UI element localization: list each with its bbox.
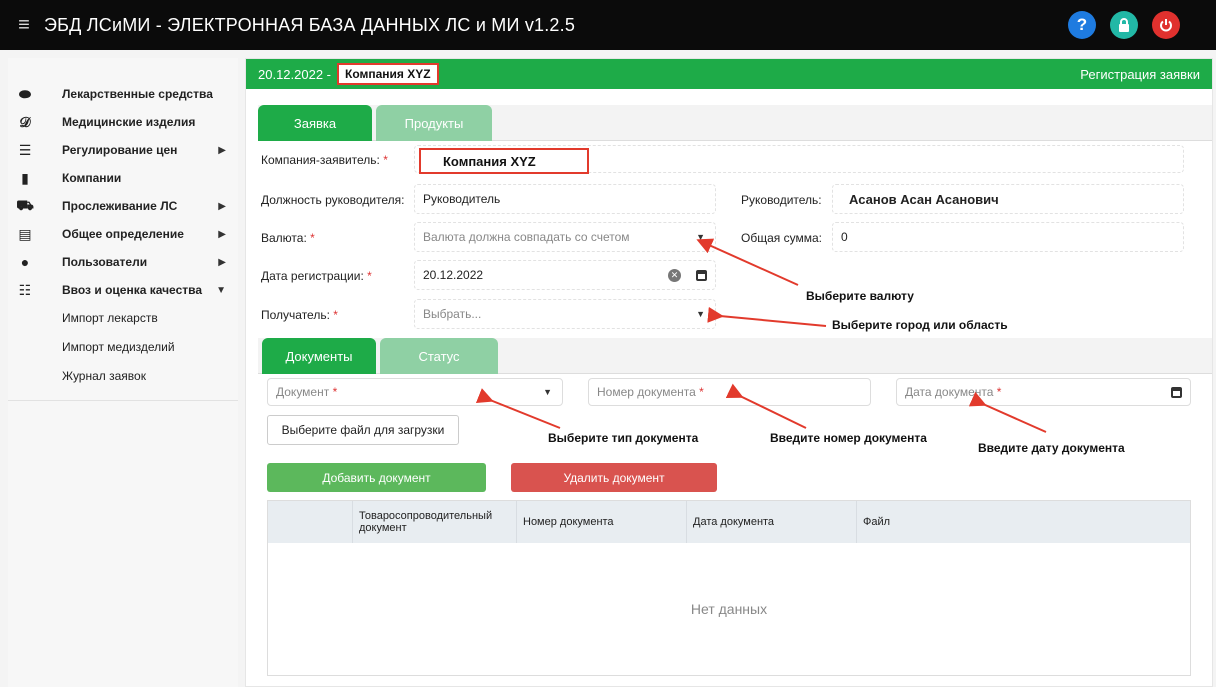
sidebar-item[interactable]: ☷ Ввоз и оценка качества ▼ [8,276,238,304]
clear-icon[interactable]: ✕ [668,268,681,282]
empty-state: Нет данных [690,601,768,617]
column-header: Товаросопроводительный документ [352,501,516,543]
currency-placeholder: Валюта должна совпадать со счетом [423,230,630,244]
help-icon[interactable]: ? [1068,11,1096,39]
sidebar-item-label: Регулирование цен [62,143,178,157]
tab-documents[interactable]: Документы [262,338,376,374]
tab-status[interactable]: Статус [380,338,498,374]
calendar-icon[interactable] [696,269,707,281]
sidebar-item[interactable]: ● Пользователи ▶ [8,248,238,276]
lock-icon[interactable] [1110,11,1138,39]
hamburger-icon[interactable]: ≡ [4,14,44,37]
sidebar-item[interactable]: 𝒟 Медицинские изделия [8,108,238,136]
column-header [268,501,352,543]
top-bar: ≡ ЭБД ЛСиМИ - ЭЛЕКТРОННАЯ БАЗА ДАННЫХ ЛС… [0,0,1216,50]
chevron-right-icon: ▶ [218,200,226,212]
chevron-down-icon: ▼ [216,284,226,296]
chevron-down-icon: ▼ [696,232,705,242]
sidebar-subitem[interactable]: Импорт лекарств [8,304,238,333]
application-tabs: Заявка Продукты [258,105,1212,141]
column-header: Номер документа [516,501,686,543]
documents-table: Товаросопроводительный документ Номер до… [267,500,1191,676]
sidebar-item-label: Лекарственные средства [62,87,213,101]
sidebar-item-label: Общее определение [62,227,184,241]
header-company: Компания XYZ [337,63,439,85]
table-header: Товаросопроводительный документ Номер до… [268,501,1190,543]
total-field[interactable]: 0 [832,222,1184,252]
list-check-icon: ☰ [18,141,32,158]
regdate-field[interactable]: 20.12.2022 ✕ [414,260,716,290]
column-header: Файл [856,501,1190,543]
chevron-down-icon: ▼ [543,387,552,397]
sidebar-item-label: Медицинские изделия [62,115,196,129]
annotation-recipient: Выберите город или область [832,318,1008,332]
sidebar-item-label: Пользователи [62,255,148,269]
indent-icon: ☷ [18,281,32,298]
company-label: Компания-заявитель: * [261,153,388,167]
company-value: Компания XYZ [419,148,589,174]
sidebar-item[interactable]: ▤ Общее определение ▶ [8,220,238,248]
sidebar-subitem[interactable]: Журнал заявок [8,362,238,391]
column-header: Дата документа [686,501,856,543]
recipient-label: Получатель: * [261,308,338,322]
regdate-label: Дата регистрации: * [261,269,372,283]
annotation-currency: Выберите валюту [806,289,914,303]
recipient-select[interactable]: Выбрать... ▼ [414,299,716,329]
sidebar-item-label: Ввоз и оценка качества [62,283,203,297]
chevron-right-icon: ▶ [218,256,226,268]
currency-select[interactable]: Валюта должна совпадать со счетом ▼ [414,222,716,252]
main-panel: 20.12.2022 - Компания XYZ Регистрация за… [245,58,1213,687]
tab-products[interactable]: Продукты [376,105,492,141]
annotation-doc-type: Выберите тип документа [548,431,699,445]
calendar-icon[interactable] [1171,386,1182,398]
sidebar-item[interactable]: ⬬ Лекарственные средства [8,80,238,108]
app-title: ЭБД ЛСиМИ - ЭЛЕКТРОННАЯ БАЗА ДАННЫХ ЛС и… [44,14,576,35]
sidebar-item[interactable]: ▮ Компании [8,164,238,192]
doc-type-select[interactable]: Документ * ▼ [267,378,563,406]
chevron-right-icon: ▶ [218,228,226,240]
power-icon[interactable] [1152,11,1180,39]
doc-number-placeholder: Номер документа [597,385,696,399]
position-label: Должность руководителя: [261,193,405,207]
add-document-button[interactable]: Добавить документ [267,463,486,492]
required-mark: * [996,385,1002,399]
sidebar-subitem[interactable]: Импорт медизделий [8,333,238,362]
currency-label: Валюта: * [261,231,315,245]
head-label: Руководитель: [741,193,822,207]
annotation-doc-date: Введите дату документа [978,441,1125,455]
doc-date-placeholder: Дата документа [905,385,994,399]
doc-type-placeholder: Документ [276,385,330,399]
list-box-icon: ▤ [18,225,32,242]
doc-date-field[interactable]: Дата документа * [896,378,1191,406]
chevron-down-icon: ▼ [696,309,705,319]
sidebar-item-label: Компании [62,171,122,185]
chevron-right-icon: ▶ [218,144,226,156]
header-date: 20.12.2022 - [258,66,332,82]
choose-file-button[interactable]: Выберите файл для загрузки [267,415,459,445]
sidebar-item[interactable]: ⛟ Прослеживание ЛС ▶ [8,192,238,220]
document-tabs: Документы Статус [258,338,1212,374]
sidebar-item-label: Прослеживание ЛС [62,199,178,213]
sidebar-divider [8,400,238,401]
sidebar: ⬬ Лекарственные средства 𝒟 Медицинские изде… [8,58,238,687]
pills-icon: ⬬ [19,85,31,102]
position-field[interactable]: Руководитель [414,184,716,214]
tab-application[interactable]: Заявка [258,105,372,141]
ambulance-icon: ⛟ [16,196,34,213]
hearing-icon: 𝒟 [19,113,31,130]
regdate-value: 20.12.2022 [423,268,484,282]
sidebar-item[interactable]: ☰ Регулирование цен ▶ [8,136,238,164]
head-field[interactable]: Асанов Асан Асанович [832,184,1184,214]
annotation-doc-number: Введите номер документа [770,431,927,445]
recipient-placeholder: Выбрать... [423,307,482,321]
required-mark: * [699,385,704,399]
application-header: 20.12.2022 - Компания XYZ Регистрация за… [246,59,1212,89]
doc-number-field[interactable]: Номер документа * [588,378,871,406]
total-label: Общая сумма: [741,231,822,245]
delete-document-button[interactable]: Удалить документ [511,463,717,492]
briefcase-icon: ▮ [21,169,29,186]
header-title: Регистрация заявки [1080,67,1200,82]
required-mark: * [332,385,338,399]
user-icon: ● [20,254,30,270]
